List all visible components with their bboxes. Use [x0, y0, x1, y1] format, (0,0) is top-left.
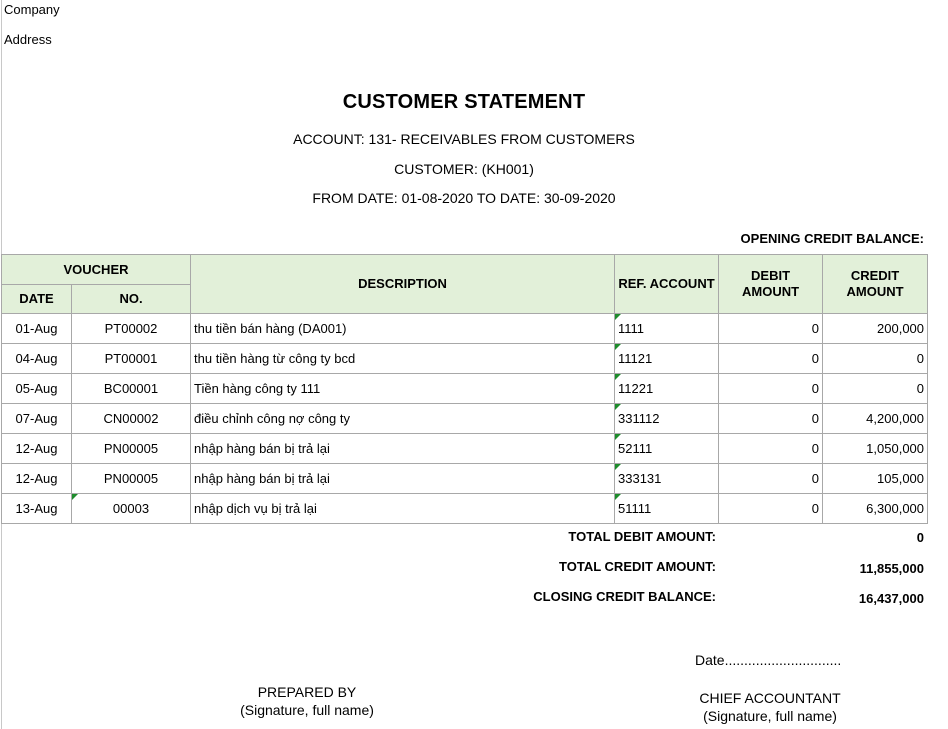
chief-accountant-block: CHIEF ACCOUNTANT (Signature, full name): [670, 689, 870, 725]
date-cell[interactable]: 13-Aug: [1, 493, 72, 524]
ref-account-cell[interactable]: 1111: [614, 313, 720, 344]
date-cell[interactable]: 04-Aug: [1, 343, 72, 374]
date-cell[interactable]: 07-Aug: [1, 403, 72, 434]
date-cell[interactable]: 12-Aug: [1, 433, 72, 464]
table-row: 12-Aug PN00005 nhập hàng bán bị trả lại …: [1, 463, 929, 494]
credit-cell[interactable]: 105,000: [822, 463, 929, 494]
debit-amount-header: DEBIT AMOUNT: [718, 254, 824, 314]
opening-balance-label: OPENING CREDIT BALANCE:: [740, 231, 924, 246]
voucher-no-cell[interactable]: PN00005: [70, 433, 192, 464]
credit-cell[interactable]: 0: [822, 343, 929, 374]
credit-cell[interactable]: 0: [822, 373, 929, 404]
description-cell[interactable]: nhập dịch vụ bị trả lại: [190, 493, 616, 524]
prepared-by-title: PREPARED BY: [257, 684, 357, 700]
date-line: Date..............................: [695, 652, 842, 668]
voucher-no-cell[interactable]: PT00001: [70, 343, 192, 374]
debit-cell[interactable]: 0: [718, 313, 824, 344]
voucher-no-cell[interactable]: CN00002: [70, 403, 192, 434]
voucher-no-cell[interactable]: BC00001: [70, 373, 192, 404]
debit-cell[interactable]: 0: [718, 403, 824, 434]
ref-account-cell[interactable]: 331112: [614, 403, 720, 434]
table-row: 12-Aug PN00005 nhập hàng bán bị trả lại …: [1, 433, 929, 464]
credit-cell[interactable]: 6,300,000: [822, 493, 929, 524]
voucher-no-cell[interactable]: PT00002: [70, 313, 192, 344]
description-cell[interactable]: nhập hàng bán bị trả lại: [190, 463, 616, 494]
period-line: FROM DATE: 01-08-2020 TO DATE: 30-09-202…: [312, 190, 616, 206]
table-row: 13-Aug 00003 nhập dịch vụ bị trả lại 511…: [1, 493, 929, 524]
ref-account-cell[interactable]: 11221: [614, 373, 720, 404]
total-credit-value: 11,855,000: [859, 561, 924, 576]
description-header: DESCRIPTION: [190, 254, 616, 314]
credit-cell[interactable]: 200,000: [822, 313, 929, 344]
chief-accountant-title: CHIEF ACCOUNTANT: [699, 690, 841, 706]
table-row: 04-Aug PT00001 thu tiền hàng từ công ty …: [1, 343, 929, 374]
statement-title: CUSTOMER STATEMENT: [342, 91, 586, 113]
statement-table: VOUCHER DESCRIPTION REF. ACCOUNT DEBIT A…: [0, 254, 929, 524]
credit-cell[interactable]: 4,200,000: [822, 403, 929, 434]
ref-account-cell[interactable]: 51111: [614, 493, 720, 524]
credit-amount-header: CREDIT AMOUNT: [822, 254, 929, 314]
description-cell[interactable]: thu tiền bán hàng (DA001): [190, 313, 616, 344]
debit-cell[interactable]: 0: [718, 493, 824, 524]
table-row: 07-Aug CN00002 điều chỉnh công nợ công t…: [1, 403, 929, 434]
company-label: Company: [4, 2, 60, 17]
date-header: DATE: [1, 284, 72, 314]
account-line: ACCOUNT: 131- RECEIVABLES FROM CUSTOMERS: [293, 131, 635, 147]
customer-line: CUSTOMER: (KH001): [394, 161, 534, 177]
date-cell[interactable]: 01-Aug: [1, 313, 72, 344]
voucher-no-cell[interactable]: 00003: [70, 493, 192, 524]
total-debit-label: TOTAL DEBIT AMOUNT:: [568, 529, 716, 544]
description-cell[interactable]: thu tiền hàng từ công ty bcd: [190, 343, 616, 374]
voucher-header: VOUCHER: [0, 254, 192, 285]
description-cell[interactable]: điều chỉnh công nợ công ty: [190, 403, 616, 434]
closing-balance-label: CLOSING CREDIT BALANCE:: [533, 589, 716, 604]
debit-cell[interactable]: 0: [718, 463, 824, 494]
ref-account-cell[interactable]: 333131: [614, 463, 720, 494]
prepared-by-block: PREPARED BY (Signature, full name): [207, 683, 407, 719]
credit-cell[interactable]: 1,050,000: [822, 433, 929, 464]
debit-cell[interactable]: 0: [718, 373, 824, 404]
table-row: 01-Aug PT00002 thu tiền bán hàng (DA001)…: [1, 313, 929, 344]
ref-account-cell[interactable]: 52111: [614, 433, 720, 464]
closing-balance-value: 16,437,000: [858, 591, 924, 606]
date-cell[interactable]: 05-Aug: [1, 373, 72, 404]
chief-accountant-note: (Signature, full name): [703, 708, 837, 724]
address-label: Address: [4, 32, 52, 47]
description-cell[interactable]: Tiền hàng công ty 111: [190, 373, 616, 404]
debit-cell[interactable]: 0: [718, 343, 824, 374]
ref-account-header: REF. ACCOUNT: [614, 254, 720, 314]
no-header: NO.: [70, 284, 192, 314]
table-row: 05-Aug BC00001 Tiền hàng công ty 111 112…: [1, 373, 929, 404]
total-debit-value: 0: [916, 530, 924, 545]
debit-cell[interactable]: 0: [718, 433, 824, 464]
ref-account-cell[interactable]: 11121: [614, 343, 720, 374]
prepared-by-note: (Signature, full name): [240, 702, 374, 718]
voucher-no-cell[interactable]: PN00005: [70, 463, 192, 494]
date-cell[interactable]: 12-Aug: [1, 463, 72, 494]
total-credit-label: TOTAL CREDIT AMOUNT:: [559, 559, 716, 574]
description-cell[interactable]: nhập hàng bán bị trả lại: [190, 433, 616, 464]
